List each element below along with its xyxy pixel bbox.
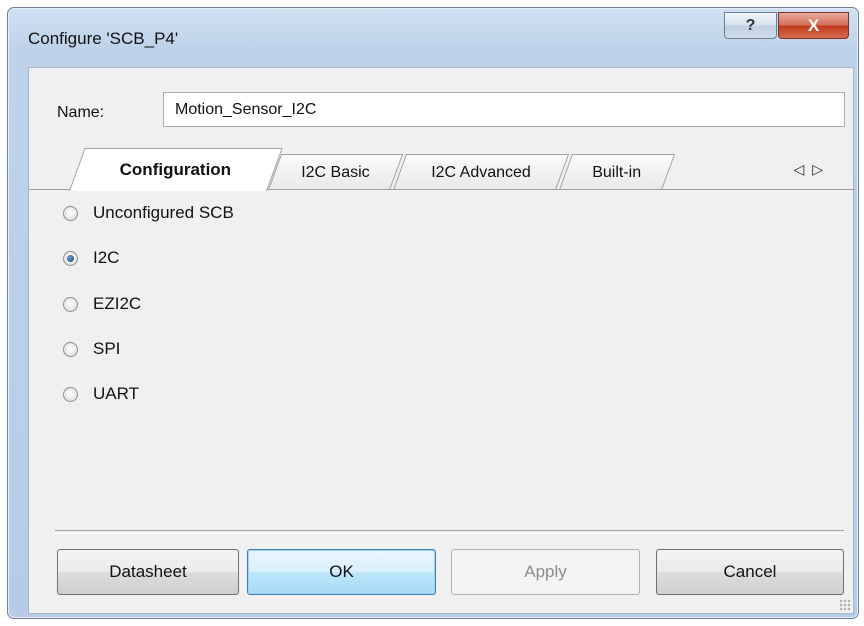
- dialog-client-area: Name: I2C Basic I2C Advanced Built-in Co…: [28, 67, 855, 614]
- scroll-right-icon[interactable]: ▷: [812, 161, 831, 177]
- radio-label: EZI2C: [93, 294, 142, 313]
- ok-button[interactable]: OK: [247, 549, 436, 595]
- tab-label: Configuration: [119, 160, 232, 179]
- radio-unconfigured-scb[interactable]: Unconfigured SCB: [63, 198, 234, 228]
- radio-label: UART: [93, 384, 139, 403]
- dialog-window: Configure 'SCB_P4' ? X Name: I2C Basic I…: [7, 7, 859, 619]
- tab-i2c-basic[interactable]: I2C Basic: [268, 154, 404, 190]
- resize-grip-icon[interactable]: [839, 599, 851, 611]
- close-icon: X: [807, 15, 820, 35]
- radio-button-icon[interactable]: [63, 205, 78, 221]
- close-button[interactable]: X: [778, 12, 849, 39]
- apply-button[interactable]: Apply: [451, 549, 640, 595]
- radio-i2c[interactable]: I2C: [63, 243, 119, 273]
- datasheet-button[interactable]: Datasheet: [57, 549, 239, 595]
- scroll-left-icon[interactable]: ◁: [793, 161, 812, 177]
- cancel-button[interactable]: Cancel: [656, 549, 844, 595]
- radio-label: Unconfigured SCB: [93, 203, 234, 222]
- name-label: Name:: [57, 104, 105, 121]
- radio-label: SPI: [93, 339, 121, 358]
- tab-i2c-advanced[interactable]: I2C Advanced: [393, 154, 570, 190]
- tab-scroll-arrows: ◁▷: [793, 161, 831, 178]
- tab-label: I2C Advanced: [431, 163, 531, 181]
- name-input[interactable]: [163, 92, 845, 127]
- tab-label: Built-in: [592, 163, 642, 181]
- help-button[interactable]: ?: [724, 12, 777, 39]
- radio-button-icon[interactable]: [63, 296, 78, 312]
- button-separator: [55, 530, 844, 534]
- help-icon: ?: [745, 16, 756, 34]
- radio-label: I2C: [93, 248, 120, 267]
- radio-button-icon[interactable]: [63, 341, 78, 357]
- tab-configuration[interactable]: Configuration: [69, 148, 283, 191]
- radio-button-checked-icon[interactable]: [63, 250, 78, 266]
- tab-label: I2C Basic: [301, 163, 370, 181]
- radio-uart[interactable]: UART: [63, 379, 139, 409]
- radio-ezi2c[interactable]: EZI2C: [63, 289, 141, 319]
- radio-button-icon[interactable]: [63, 386, 78, 402]
- window-title: Configure 'SCB_P4': [28, 29, 179, 48]
- tab-strip: I2C Basic I2C Advanced Built-in Configur…: [29, 146, 855, 191]
- radio-spi[interactable]: SPI: [63, 334, 120, 364]
- tab-built-in[interactable]: Built-in: [559, 154, 676, 190]
